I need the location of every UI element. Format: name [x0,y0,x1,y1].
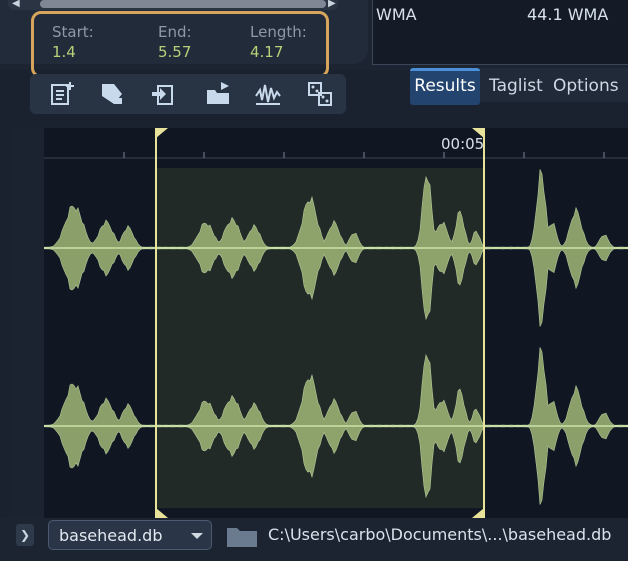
scrollbar-thumb[interactable] [40,0,326,8]
start-label: Start: [52,23,94,41]
tab-taglist[interactable]: Taglist [489,68,543,102]
start-value: 1.4 [52,43,76,61]
chevron-down-icon [191,533,203,539]
new-note-icon[interactable] [48,80,76,108]
end-value: 5.57 [158,43,192,61]
horizontal-scrollbar[interactable]: ◀ ▶ [8,0,338,10]
folder-icon [227,528,257,547]
scroll-left-icon[interactable]: ◀ [12,0,20,9]
waveform-canvas[interactable] [10,128,628,518]
database-select-value: basehead.db [59,526,163,545]
selection-info-box: Start: 1.4 End: 5.57 Length: 4.17 [31,11,329,78]
scroll-right-icon[interactable]: ▶ [328,0,336,9]
length-value: 4.17 [250,43,284,61]
length-label: Length: [250,23,307,41]
toolbar [30,74,346,114]
waveform-view[interactable] [10,128,628,518]
database-path: C:\Users\carbo\Documents\...\basehead.db [268,525,612,544]
tag-edit-icon[interactable] [98,80,126,108]
start-handle-top[interactable] [156,128,168,138]
import-icon[interactable] [150,80,178,108]
dice-random-icon[interactable] [306,80,334,108]
start-handle-bottom[interactable] [156,508,168,518]
tab-results[interactable]: Results [410,68,480,105]
expand-chevron-icon[interactable]: ❯ [16,524,34,546]
database-select[interactable]: basehead.db [48,520,212,550]
start-field: Start: 1.4 [52,23,94,61]
length-field: Length: 4.17 [250,23,307,61]
format-detail: 44.1 WMA [527,5,609,24]
timecode-label: 00:05 [441,135,485,153]
format-label: WMA [376,5,417,24]
end-label: End: [158,23,192,41]
folder-export-icon[interactable] [204,80,232,108]
tab-options[interactable]: Options [553,68,619,102]
selection-region[interactable] [156,168,484,508]
waveform-normalize-icon[interactable] [254,80,282,108]
results-tabs: Results Taglist Options [410,68,628,105]
end-handle-bottom[interactable] [472,508,484,518]
end-field: End: 5.57 [158,23,192,61]
